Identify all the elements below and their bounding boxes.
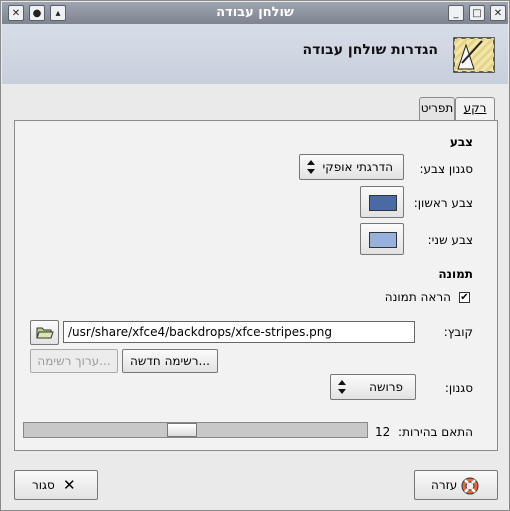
image-heading: תמונה [438,267,473,281]
page-title: הגדרות שולחן עבודה [302,42,438,58]
title-bar[interactable]: שולחן עבודה ✕ ● ▴ _ □ ✕ [2,2,508,24]
brightness-value: 12 [375,425,391,439]
new-list-label: רשימה חדשה... [130,354,210,368]
sticky-icon[interactable]: ● [29,5,45,21]
first-color-swatch [369,195,397,211]
updown-arrows-icon [307,160,315,174]
folder-open-icon [36,327,54,339]
shade-icon[interactable]: ▴ [50,5,66,21]
maximize-icon[interactable]: □ [469,5,485,21]
edit-list-label: ערוך רשימה... [37,354,111,368]
window-title: שולחן עבודה [216,5,294,20]
second-color-button[interactable] [360,223,404,255]
close-x-icon: ✕ [63,476,76,494]
file-path-input[interactable] [63,321,415,343]
tab-background-label: רקע [463,101,487,115]
file-label: קובץ: [443,325,473,339]
close-window-icon[interactable]: ✕ [8,5,24,21]
second-color-label: צבע שני: [427,233,473,247]
browse-button[interactable] [30,320,59,345]
image-style-combo[interactable]: פרושה [330,374,416,400]
color-style-value: הדרגתי אופקי [322,160,393,174]
minimize-icon[interactable]: _ [448,5,464,21]
tab-background[interactable]: רקע [455,97,495,120]
first-color-label: צבע ראשון: [413,196,473,210]
settings-window: שולחן עבודה ✕ ● ▴ _ □ ✕ הגדרות שולחן עבו… [0,0,510,511]
close-button[interactable]: ✕ סגור [14,470,98,500]
tab-menu-label: תפריט [420,101,454,115]
second-color-swatch [369,232,397,248]
brightness-slider-thumb[interactable] [167,423,197,437]
help-button[interactable]: עזרה [414,470,498,500]
new-list-button[interactable]: רשימה חדשה... [122,349,218,373]
desktop-settings-icon [453,37,495,73]
image-style-value: פרושה [369,380,403,394]
close-icon[interactable]: ✕ [490,5,506,21]
image-style-label: סגנון: [444,381,473,395]
color-style-combo[interactable]: הדרגתי אופקי [299,154,404,180]
brightness-label: התאם בהירות: [398,425,473,439]
updown-arrows-icon [338,380,346,394]
header-band: הגדרות שולחן עבודה [2,24,508,84]
color-heading: צבע [449,135,473,149]
tab-menu[interactable]: תפריט [419,97,455,120]
first-color-button[interactable] [360,186,404,218]
lifebuoy-icon [461,477,479,495]
show-image-label: הראה תמונה [384,290,451,304]
show-image-checkbox[interactable]: ✔ [459,292,470,303]
help-label: עזרה [431,478,458,492]
color-style-label: סגנון צבע: [419,162,473,176]
edit-list-button[interactable]: ערוך רשימה... [30,349,118,373]
close-label: סגור [32,478,55,492]
